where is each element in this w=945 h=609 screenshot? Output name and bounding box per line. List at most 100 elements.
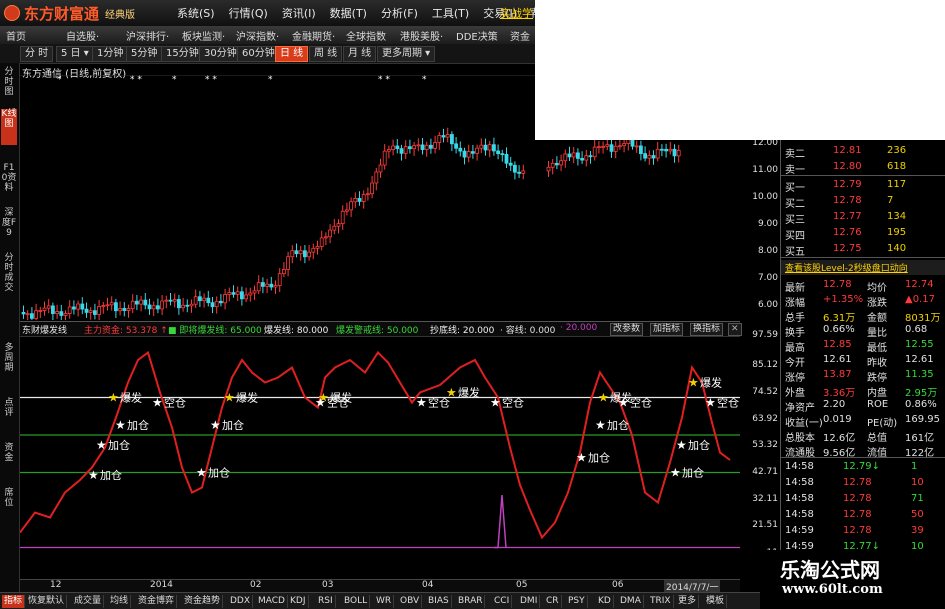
nav-funds[interactable]: 资金	[510, 28, 530, 43]
trade-signal: ★ 空仓	[416, 396, 450, 410]
nav-index[interactable]: 沪深指数·	[236, 28, 279, 43]
nav-futures[interactable]: 金融期货·	[292, 28, 335, 43]
candle	[647, 150, 652, 165]
candle	[231, 285, 236, 298]
indicator-tab-11[interactable]: WR	[374, 595, 395, 608]
indicator-tab-19[interactable]: KD	[596, 595, 614, 608]
indicator-tab-15[interactable]: CCI	[492, 595, 513, 608]
candle	[395, 139, 400, 154]
candle	[185, 299, 190, 313]
burst-indicator-chart[interactable]: ★ 爆发 ★ 空仓 ★ 加仓 ★ 加仓 ★ 加仓 ★ 爆发 ★ 加仓 ★ 加仓 ★ 爆发 ★ 空仓 ★ 爆发 ★ 空仓 ★ 空仓 ★…	[19, 335, 740, 580]
nav-ranking[interactable]: 沪深排行·	[126, 28, 169, 43]
candle	[412, 142, 417, 156]
indicator-tab-5[interactable]: 资金趋势	[182, 595, 224, 608]
signal-label: 空仓	[164, 396, 186, 410]
practice-link[interactable]: 实战学	[500, 5, 533, 21]
indicator-tab-4[interactable]: 资金博弈	[136, 595, 178, 608]
indicator-tab-7[interactable]: MACD	[256, 595, 288, 608]
period-daily[interactable]: 日 线	[275, 46, 309, 62]
menu-data[interactable]: 数据(T)	[323, 5, 374, 21]
nav-global[interactable]: 全球指数	[346, 28, 386, 43]
tab-f10[interactable]: F10资料	[1, 163, 17, 199]
period-30min[interactable]: 30分钟	[199, 46, 242, 62]
event-marker[interactable]: *	[268, 75, 273, 85]
tab-review[interactable]: 点评	[1, 398, 17, 426]
candle	[88, 307, 93, 320]
menu-news[interactable]: 资讯(I)	[275, 5, 323, 21]
nav-dde[interactable]: DDE决策	[456, 28, 498, 43]
indicator-tab-9[interactable]: RSI	[316, 595, 336, 608]
indicator-tab-20[interactable]: DMA	[618, 595, 644, 608]
nav-watchlist[interactable]: 自选股·	[66, 28, 99, 43]
indicator-tab-17[interactable]: CR	[544, 595, 562, 608]
period-5day[interactable]: 5 日 ▾	[56, 46, 94, 62]
candle	[160, 294, 165, 316]
stat-label: 总值	[867, 433, 887, 444]
tab-funds[interactable]: 资金	[1, 443, 17, 471]
period-1min[interactable]: 1分钟	[92, 46, 129, 62]
indicator-tab-8[interactable]: KDJ	[288, 595, 309, 608]
tick-volume: 71	[911, 493, 924, 504]
indicator-tab-3[interactable]: 均线	[108, 595, 132, 608]
nav-home[interactable]: 首页	[6, 28, 26, 43]
event-marker[interactable]: *	[422, 75, 427, 85]
candle	[563, 149, 568, 168]
event-marker[interactable]: *	[172, 75, 177, 85]
period-60min[interactable]: 60分钟	[237, 46, 280, 62]
indicator-tab-14[interactable]: BRAR	[456, 595, 486, 608]
candle	[660, 144, 664, 157]
app-logo: 东方财富通 经典版	[4, 3, 135, 23]
period-intraday[interactable]: 分 时	[20, 46, 54, 62]
menu-system[interactable]: 系统(S)	[170, 5, 222, 21]
tab-ticks[interactable]: 分时成交	[1, 253, 17, 301]
menu-analysis[interactable]: 分析(F)	[374, 5, 425, 21]
logo-badge: 经典版	[105, 9, 136, 21]
event-marker[interactable]: *	[57, 75, 62, 85]
nav-hk-us[interactable]: 港股美股·	[400, 28, 443, 43]
indicator-tab-21[interactable]: TRIX	[648, 595, 674, 608]
candle	[319, 230, 324, 251]
tab-intraday[interactable]: 分时图	[1, 67, 17, 103]
indicator-tab-13[interactable]: BIAS	[426, 595, 452, 608]
candle	[424, 141, 429, 157]
level2-link[interactable]: 查看该股Level-2秒级盘口动向	[785, 261, 908, 274]
indicator-tab-1[interactable]: 恢复默认	[26, 595, 68, 608]
candle	[168, 292, 173, 306]
nav-sector[interactable]: 板块监测·	[182, 28, 225, 43]
tab-f9[interactable]: 深度F9	[1, 208, 17, 244]
tab-seats[interactable]: 席位	[1, 488, 17, 516]
candle	[508, 156, 513, 172]
indicator-tab-16[interactable]: DMI	[518, 595, 541, 608]
indicator-tab-23[interactable]: 模板	[704, 595, 728, 608]
candle	[445, 127, 450, 143]
candle	[294, 243, 299, 258]
tab-multi-period[interactable]: 多周期	[1, 343, 17, 379]
period-more[interactable]: 更多周期 ▾	[377, 46, 436, 62]
candle	[147, 298, 152, 315]
menu-tools[interactable]: 工具(T)	[425, 5, 476, 21]
event-marker[interactable]: * *	[130, 75, 142, 85]
event-marker[interactable]: * *	[205, 75, 217, 85]
menu-quotes[interactable]: 行情(Q)	[222, 5, 275, 21]
period-5min[interactable]: 5分钟	[126, 46, 163, 62]
stat-value: 2.95万	[905, 388, 938, 399]
candle	[265, 278, 270, 294]
period-weekly[interactable]: 周 线	[309, 46, 343, 62]
indicator-tab-12[interactable]: OBV	[398, 595, 423, 608]
period-15min[interactable]: 15分钟	[161, 46, 204, 62]
tab-kline[interactable]: K线图	[1, 109, 17, 145]
indicator-tab-0[interactable]: 指标	[2, 595, 26, 608]
stock-app-window: 东方财富通 经典版 系统(S) 行情(Q) 资讯(I) 数据(T) 分析(F) …	[0, 0, 945, 609]
indicator-tab-6[interactable]: DDX	[228, 595, 254, 608]
indicator-tick: 74.52	[752, 387, 778, 397]
indicator-tab-22[interactable]: 更多	[676, 595, 700, 608]
indicator-tab-10[interactable]: BOLL	[342, 595, 371, 608]
stat-label: 换手	[785, 328, 805, 339]
stat-value: 12.78	[823, 279, 852, 290]
candle	[592, 139, 597, 161]
period-monthly[interactable]: 月 线	[343, 46, 377, 62]
indicator-tab-2[interactable]: 成交量	[72, 595, 105, 608]
indicator-tab-18[interactable]: PSY	[566, 595, 588, 608]
time-tick: 12	[50, 580, 62, 590]
event-marker[interactable]: * *	[378, 75, 390, 85]
